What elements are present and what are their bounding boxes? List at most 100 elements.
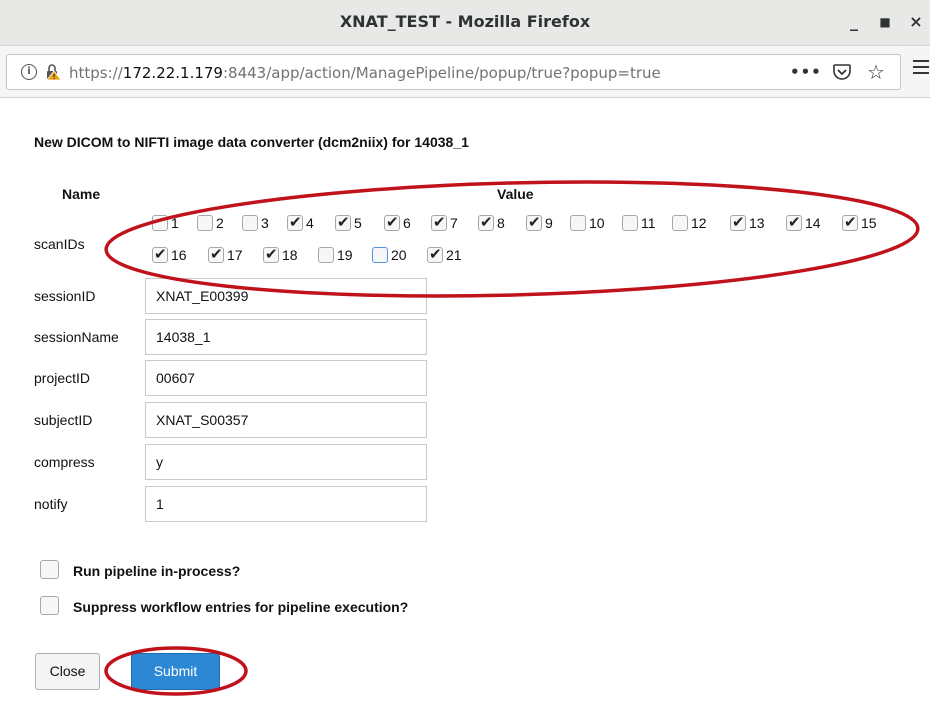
scan-checkbox[interactable] (431, 213, 447, 231)
window-titlebar: XNAT_TEST - Mozilla Firefox _ ■ × (0, 0, 930, 46)
scan-checkbox-item[interactable]: 15 (842, 213, 877, 231)
scan-checkbox-item[interactable]: 21 (427, 245, 462, 263)
scan-checkbox-item[interactable]: 7 (431, 213, 458, 231)
scan-checkbox-item[interactable]: 19 (318, 247, 353, 263)
close-button[interactable]: Close (35, 653, 100, 690)
close-window-button[interactable]: × (904, 10, 928, 34)
field-label: sessionID (34, 288, 96, 304)
scan-checkbox-label: 16 (171, 247, 187, 263)
url-rest: :8443/app/action/ManagePipeline/popup/tr… (222, 64, 661, 82)
scan-checkbox[interactable] (526, 213, 542, 231)
scan-checkbox[interactable] (384, 213, 400, 231)
scan-checkbox-label: 2 (216, 215, 224, 231)
scan-checkbox[interactable] (242, 215, 258, 231)
name-column-header: Name (62, 186, 101, 202)
scan-checkbox[interactable] (842, 213, 858, 231)
scan-checkbox[interactable] (730, 213, 746, 231)
field-label: projectID (34, 370, 91, 386)
field-input[interactable] (145, 319, 427, 355)
scan-checkbox[interactable] (372, 247, 388, 263)
pocket-icon[interactable] (832, 62, 852, 82)
scan-checkbox-item[interactable]: 17 (208, 245, 243, 263)
scan-checkbox-label: 1 (171, 215, 179, 231)
field-input[interactable] (145, 402, 427, 438)
scan-checkbox-label: 18 (282, 247, 298, 263)
scan-checkbox[interactable] (570, 215, 586, 231)
scan-checkbox[interactable] (152, 245, 168, 263)
url-text[interactable]: https://172.22.1.179:8443/app/action/Man… (69, 64, 661, 82)
scan-checkbox-item[interactable]: 18 (263, 245, 298, 263)
field-input[interactable] (145, 278, 427, 314)
scan-ids-label: scanIDs (34, 236, 85, 252)
window-title: XNAT_TEST - Mozilla Firefox (339, 12, 591, 31)
scan-checkbox-item[interactable]: 14 (786, 213, 821, 231)
scan-checkbox[interactable] (197, 215, 213, 231)
scan-checkbox-label: 7 (450, 215, 458, 231)
scan-checkbox-item[interactable]: 12 (672, 215, 707, 231)
scan-checkbox[interactable] (622, 215, 638, 231)
scan-checkbox-label: 11 (641, 215, 656, 231)
url-bar[interactable]: i https://172.22.1.179:8443/app/action/M… (6, 54, 901, 90)
scan-checkbox-label: 21 (446, 247, 462, 263)
option-label: Suppress workflow entries for pipeline e… (73, 599, 409, 615)
scan-checkbox[interactable] (263, 245, 279, 263)
scan-checkbox-label: 9 (545, 215, 553, 231)
info-icon[interactable]: i (21, 64, 37, 80)
pipeline-option[interactable]: Suppress workflow entries for pipeline e… (40, 596, 408, 615)
scan-checkbox-label: 13 (749, 215, 765, 231)
option-label: Run pipeline in-process? (73, 563, 241, 579)
scan-checkbox-item[interactable]: 1 (152, 215, 179, 231)
scan-checkbox[interactable] (478, 213, 494, 231)
submit-button[interactable]: Submit (131, 653, 220, 690)
field-label: notify (34, 496, 68, 512)
scan-checkbox-label: 15 (861, 215, 877, 231)
page-title: New DICOM to NIFTI image data converter … (34, 134, 469, 150)
minimize-button[interactable]: _ (842, 10, 866, 34)
navigation-bar: i https://172.22.1.179:8443/app/action/M… (0, 46, 930, 98)
scan-checkbox-item[interactable]: 10 (570, 215, 605, 231)
scan-checkbox-item[interactable]: 8 (478, 213, 505, 231)
scan-checkbox-item[interactable]: 6 (384, 213, 411, 231)
url-prefix: https:// (69, 64, 123, 82)
scan-checkbox-item[interactable]: 20 (372, 247, 407, 263)
scan-checkbox-item[interactable]: 16 (152, 245, 187, 263)
scan-checkbox-item[interactable]: 5 (335, 213, 362, 231)
scan-checkbox[interactable] (672, 215, 688, 231)
page-actions-icon[interactable]: ••• (790, 63, 822, 81)
scan-checkbox-label: 19 (337, 247, 353, 263)
field-input[interactable] (145, 360, 427, 396)
field-input[interactable] (145, 444, 427, 480)
scan-checkbox[interactable] (287, 213, 303, 231)
scan-checkbox-label: 6 (403, 215, 411, 231)
option-checkbox[interactable] (40, 596, 59, 615)
scan-checkbox[interactable] (427, 245, 443, 263)
scan-checkbox-item[interactable]: 9 (526, 213, 553, 231)
scan-checkbox-label: 10 (589, 215, 605, 231)
scan-checkbox-label: 5 (354, 215, 362, 231)
hamburger-menu-icon[interactable] (913, 60, 929, 76)
scan-checkbox[interactable] (318, 247, 334, 263)
scan-checkbox[interactable] (335, 213, 351, 231)
pipeline-option[interactable]: Run pipeline in-process? (40, 560, 240, 579)
value-column-header: Value (497, 186, 534, 202)
scan-checkbox-item[interactable]: 13 (730, 213, 765, 231)
scan-checkbox-label: 3 (261, 215, 269, 231)
scan-checkbox[interactable] (786, 213, 802, 231)
url-host: 172.22.1.179 (122, 64, 223, 82)
option-checkbox[interactable] (40, 560, 59, 579)
scan-checkbox-item[interactable]: 4 (287, 213, 314, 231)
field-input[interactable] (145, 486, 427, 522)
field-label: compress (34, 454, 95, 470)
scan-checkbox[interactable] (208, 245, 224, 263)
bookmark-star-icon[interactable]: ☆ (867, 60, 885, 84)
scan-checkbox[interactable] (152, 215, 168, 231)
scan-checkbox-item[interactable]: 11 (622, 215, 656, 231)
field-label: sessionName (34, 329, 119, 345)
scan-checkbox-item[interactable]: 2 (197, 215, 224, 231)
scan-checkbox-label: 14 (805, 215, 821, 231)
scan-checkbox-label: 12 (691, 215, 707, 231)
insecure-lock-icon[interactable] (44, 63, 62, 81)
maximize-button[interactable]: ■ (873, 10, 897, 34)
field-label: subjectID (34, 412, 93, 428)
scan-checkbox-item[interactable]: 3 (242, 215, 269, 231)
